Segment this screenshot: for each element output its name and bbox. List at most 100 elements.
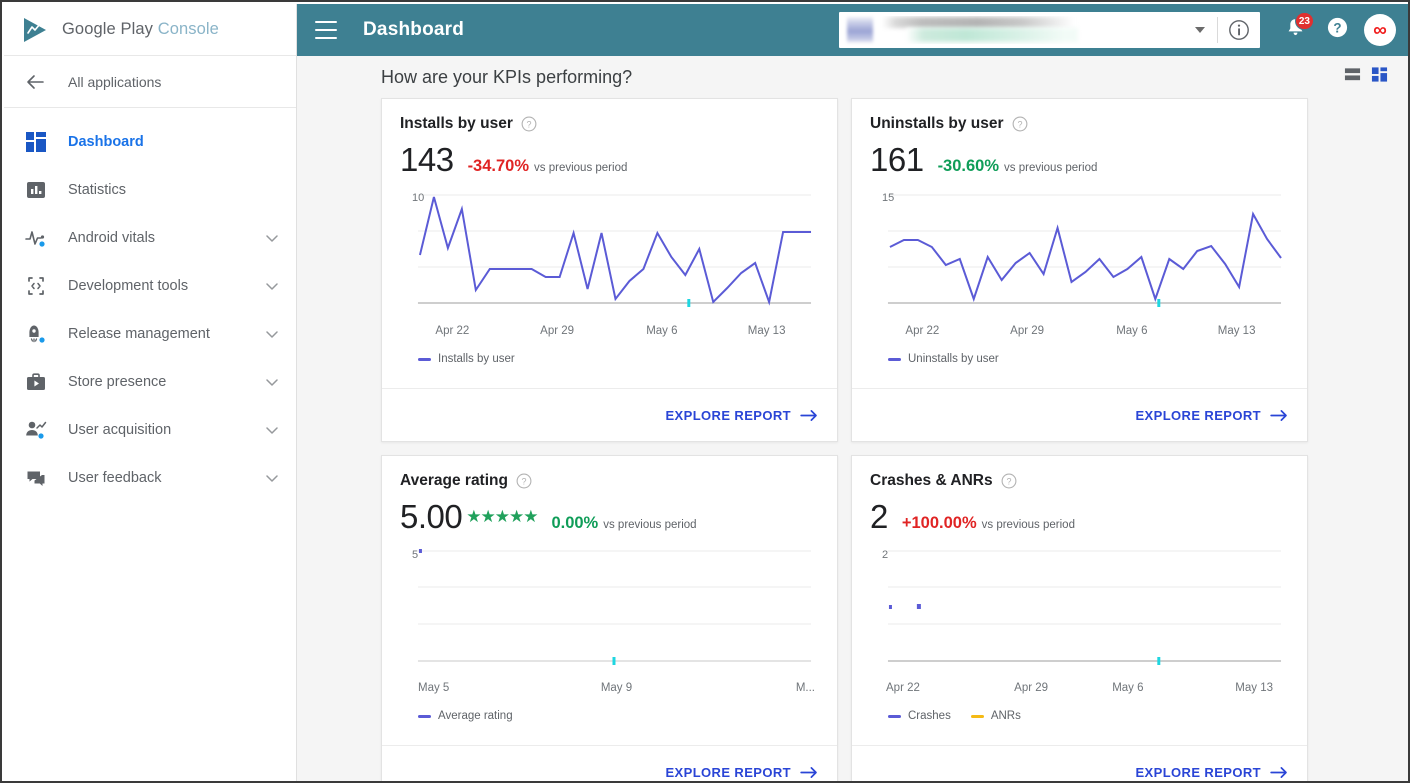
chevron-down-icon[interactable] [264, 422, 280, 438]
help-circle-icon[interactable]: ? [1012, 116, 1028, 132]
card-body: Average rating ? 5.00 ★★★★★ 0.0 [382, 456, 837, 745]
sidebar-item-label: User feedback [68, 470, 264, 486]
line-chart-svg [870, 189, 1289, 323]
rocket-icon [24, 322, 48, 346]
svg-text:?: ? [526, 120, 531, 130]
sidebar-item-release-management[interactable]: Release management [4, 310, 296, 358]
page-title: Dashboard [363, 19, 464, 41]
chevron-down-icon[interactable] [264, 230, 280, 246]
metric-row: 2 +100.00% vs previous period [870, 498, 1289, 536]
x-tick: May 5 [400, 682, 550, 694]
card-footer: EXPLORE REPORT [852, 388, 1307, 441]
card-body: Installs by user ? 143 -34.70% [382, 99, 837, 388]
kpi-section-header: How are your KPIs performing? [297, 56, 1410, 98]
back-arrow-icon [24, 71, 46, 93]
list-view-icon [1344, 70, 1361, 87]
line-chart-svg [400, 189, 819, 323]
hamburger-menu-icon[interactable] [315, 21, 337, 39]
chart-uninstalls-by-user: 15 Apr 22 Apr 29 [870, 189, 1289, 341]
chart-average-rating: 5 May 5 May 9 [400, 546, 819, 698]
sidebar-nav: Dashboard Statistics [4, 108, 296, 502]
brand-name: Google Play Console [62, 20, 219, 39]
metric-value: 2 [870, 498, 888, 536]
store-briefcase-icon [24, 370, 48, 394]
delta-value: -30.60% [938, 157, 999, 176]
explore-report-button[interactable]: EXPLORE REPORT [665, 408, 819, 423]
chevron-down-icon[interactable] [264, 470, 280, 486]
card-title-row: Uninstalls by user ? [870, 115, 1289, 133]
brand-name-part1: Google Play [62, 20, 158, 38]
notifications-button[interactable]: 23 [1278, 13, 1312, 47]
legend-item[interactable]: Uninstalls by user [888, 353, 999, 365]
x-tick: May 6 [610, 325, 715, 337]
metric-value: 161 [870, 141, 924, 179]
x-tick: May 9 [550, 682, 682, 694]
explore-report-button[interactable]: EXPLORE REPORT [665, 765, 819, 780]
metric-row: 5.00 ★★★★★ 0.00% vs previous period [400, 498, 819, 536]
sidebar-item-label: Store presence [68, 374, 264, 390]
legend-color-swatch [418, 358, 431, 361]
help-circle-icon[interactable]: ? [516, 473, 532, 489]
sidebar: Google Play Console All applications [4, 4, 297, 783]
delta-note: vs previous period [534, 162, 627, 174]
legend-item[interactable]: Installs by user [418, 353, 515, 365]
card-title: Uninstalls by user [870, 115, 1004, 133]
sidebar-item-development-tools[interactable]: Development tools [4, 262, 296, 310]
info-circle-icon[interactable] [1228, 19, 1250, 41]
delta-note: vs previous period [603, 519, 696, 531]
svg-text:?: ? [1017, 120, 1022, 130]
legend-label: Uninstalls by user [908, 353, 999, 365]
x-tick: May 13 [1176, 682, 1289, 694]
explore-report-button[interactable]: EXPLORE REPORT [1135, 765, 1289, 780]
legend-color-swatch [418, 715, 431, 718]
brand-header[interactable]: Google Play Console [4, 4, 296, 56]
explore-report-button[interactable]: EXPLORE REPORT [1135, 408, 1289, 423]
y-axis-max-label: 5 [412, 549, 418, 561]
sidebar-item-store-presence[interactable]: Store presence [4, 358, 296, 406]
avatar[interactable]: ∞ [1364, 14, 1396, 46]
help-circle-icon[interactable]: ? [1001, 473, 1017, 489]
chevron-down-icon[interactable] [264, 326, 280, 342]
explore-report-label: EXPLORE REPORT [665, 408, 791, 423]
grid-view-toggle[interactable] [1371, 66, 1388, 88]
chevron-down-icon[interactable] [264, 374, 280, 390]
legend-color-swatch [888, 358, 901, 361]
x-axis-labels: Apr 22 Apr 29 May 6 May 13 [870, 680, 1289, 694]
metric-value: 5.00 [400, 498, 462, 536]
sidebar-item-user-feedback[interactable]: User feedback [4, 454, 296, 502]
sidebar-item-user-acquisition[interactable]: User acquisition [4, 406, 296, 454]
legend-item[interactable]: Average rating [418, 710, 513, 722]
chart-legend: Average rating [400, 698, 819, 722]
all-applications-link[interactable]: All applications [4, 56, 296, 108]
list-view-toggle[interactable] [1344, 66, 1361, 88]
line-chart-svg [400, 546, 819, 680]
legend-label: Crashes [908, 710, 951, 722]
x-tick: Apr 29 [975, 325, 1080, 337]
chart-legend: Installs by user [400, 341, 819, 365]
help-button[interactable]: ? [1320, 13, 1354, 47]
delta-value: +100.00% [902, 514, 977, 533]
sidebar-item-android-vitals[interactable]: Android vitals [4, 214, 296, 262]
legend-item[interactable]: Crashes [888, 710, 951, 722]
card-title: Installs by user [400, 115, 513, 133]
person-trend-icon [24, 418, 48, 442]
play-console-logo-icon [22, 16, 50, 44]
arrow-right-icon [1270, 766, 1289, 779]
sidebar-item-label: Release management [68, 326, 264, 342]
x-tick: May 13 [1184, 325, 1289, 337]
x-tick: Apr 29 [505, 325, 610, 337]
chevron-down-icon[interactable] [264, 278, 280, 294]
explore-report-label: EXPLORE REPORT [1135, 765, 1261, 780]
sidebar-item-statistics[interactable]: Statistics [4, 166, 296, 214]
help-circle-icon[interactable]: ? [521, 116, 537, 132]
chart-installs-by-user: 10 Apr 22 Apr 29 [400, 189, 819, 341]
chevron-down-icon[interactable] [1195, 27, 1205, 33]
brand-name-part2: Console [158, 20, 219, 38]
arrow-right-icon [800, 409, 819, 422]
sidebar-item-dashboard[interactable]: Dashboard [4, 118, 296, 166]
metric-row: 143 -34.70% vs previous period [400, 141, 819, 179]
legend-item[interactable]: ANRs [971, 710, 1021, 722]
app-selector[interactable] [839, 12, 1260, 48]
code-brackets-icon [24, 274, 48, 298]
delta-note: vs previous period [982, 519, 1075, 531]
